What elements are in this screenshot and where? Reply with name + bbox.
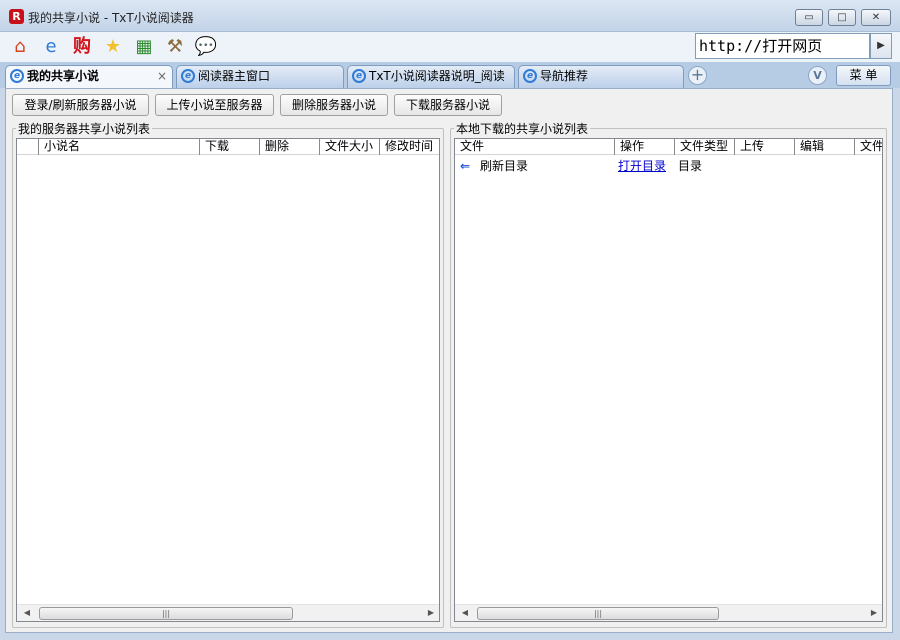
scroll-left-arrow-icon[interactable]: ◀: [19, 605, 35, 621]
ie-browser-icon[interactable]: e: [39, 36, 63, 58]
app-logo-icon: R: [9, 9, 24, 24]
tab-label: 导航推荐: [540, 69, 589, 83]
home-icon[interactable]: ⌂: [8, 36, 32, 58]
open-directory-link[interactable]: 打开目录: [618, 157, 666, 175]
ie-tab-icon: e: [181, 69, 195, 83]
close-tab-icon[interactable]: ×: [157, 66, 167, 87]
scroll-thumb[interactable]: |||: [477, 607, 719, 620]
local-list-scrollbar[interactable]: ◀ ||| ▶: [455, 604, 882, 621]
upload-novel-button[interactable]: 上传小说至服务器: [155, 94, 274, 116]
local-novels-list[interactable]: 文件 操作 文件类型 上传 编辑 文件 ⇐ 刷新目录 打开目录 目录 ◀ |||…: [454, 138, 883, 622]
url-input[interactable]: http://打开网页: [695, 33, 870, 59]
column-header-file[interactable]: 文件: [455, 139, 615, 155]
scroll-thumb[interactable]: |||: [39, 607, 293, 620]
column-header-novel-name[interactable]: 小说名: [39, 139, 200, 155]
menu-button[interactable]: 菜 单: [836, 65, 891, 86]
tab-navigation-recommend[interactable]: e 导航推荐: [518, 65, 684, 88]
refresh-directory-label: 刷新目录: [480, 159, 529, 173]
go-arrow-icon[interactable]: ▶: [870, 33, 892, 59]
new-tab-plus-icon[interactable]: +: [688, 66, 707, 85]
tab-strip: e 我的共享小说 × e 阅读器主窗口 e TxT小说阅读器说明_阅读 e 导航…: [0, 62, 900, 89]
minimize-button[interactable]: ▭: [795, 9, 823, 26]
list-item[interactable]: ⇐ 刷新目录 打开目录 目录: [455, 157, 882, 175]
server-novels-list[interactable]: 小说名 下载 删除 文件大小 修改时间 ◀ ||| ▶: [16, 138, 440, 622]
column-header-upload[interactable]: 上传: [735, 139, 795, 155]
column-header-blank[interactable]: [17, 139, 39, 155]
column-header-download[interactable]: 下载: [200, 139, 260, 155]
favorites-star-icon[interactable]: ★: [101, 36, 125, 58]
tab-label: 我的共享小说: [27, 69, 100, 83]
file-type-value: 目录: [678, 159, 703, 173]
shop-icon[interactable]: 购: [70, 36, 94, 58]
back-arrow-icon: ⇐: [460, 159, 471, 173]
ie-tab-icon: e: [523, 69, 537, 83]
close-window-button[interactable]: ✕: [861, 9, 891, 26]
scroll-left-arrow-icon[interactable]: ◀: [457, 605, 473, 621]
main-panel: 登录/刷新服务器小说 上传小说至服务器 删除服务器小说 下载服务器小说 我的服务…: [5, 88, 893, 633]
local-list-header: 文件 操作 文件类型 上传 编辑 文件: [455, 139, 882, 155]
tab-reader-instructions[interactable]: e TxT小说阅读器说明_阅读: [347, 65, 515, 88]
window-title: 我的共享小说 - TxT小说阅读器: [28, 11, 194, 25]
tab-label: TxT小说阅读器说明_阅读: [369, 69, 505, 83]
server-list-scrollbar[interactable]: ◀ ||| ▶: [17, 604, 439, 621]
column-header-modified-time[interactable]: 修改时间: [380, 139, 439, 155]
tools-icon[interactable]: ⚒: [163, 36, 187, 58]
title-bar: R 我的共享小说 - TxT小说阅读器 ▭ □ ✕: [0, 0, 900, 32]
tab-reader-main-window[interactable]: e 阅读器主窗口: [176, 65, 344, 88]
column-header-file-type[interactable]: 文件类型: [675, 139, 735, 155]
ie-tab-icon: e: [10, 69, 24, 83]
column-header-edit[interactable]: 编辑: [795, 139, 855, 155]
scroll-right-arrow-icon[interactable]: ▶: [423, 605, 439, 621]
tab-my-shared-novels[interactable]: e 我的共享小说 ×: [5, 65, 173, 89]
column-header-operation[interactable]: 操作: [615, 139, 675, 155]
column-header-file-size[interactable]: 文件大小: [320, 139, 380, 155]
maximize-button[interactable]: □: [828, 9, 856, 26]
server-list-header: 小说名 下载 删除 文件大小 修改时间: [17, 139, 439, 155]
local-panel-title: 本地下载的共享小说列表: [456, 122, 589, 136]
column-header-file-more[interactable]: 文件: [855, 139, 882, 155]
tab-label: 阅读器主窗口: [198, 69, 271, 83]
ie-tab-icon: e: [352, 69, 366, 83]
chat-bubble-icon[interactable]: 💬: [194, 36, 218, 58]
delete-server-novel-button[interactable]: 删除服务器小说: [280, 94, 388, 116]
server-panel-title: 我的服务器共享小说列表: [18, 122, 151, 136]
scroll-right-arrow-icon[interactable]: ▶: [866, 605, 882, 621]
game-icon[interactable]: ▦: [132, 36, 156, 58]
login-refresh-button[interactable]: 登录/刷新服务器小说: [12, 94, 149, 116]
tab-dropdown-icon[interactable]: V: [808, 66, 827, 85]
download-server-novel-button[interactable]: 下载服务器小说: [394, 94, 502, 116]
column-header-delete[interactable]: 删除: [260, 139, 320, 155]
